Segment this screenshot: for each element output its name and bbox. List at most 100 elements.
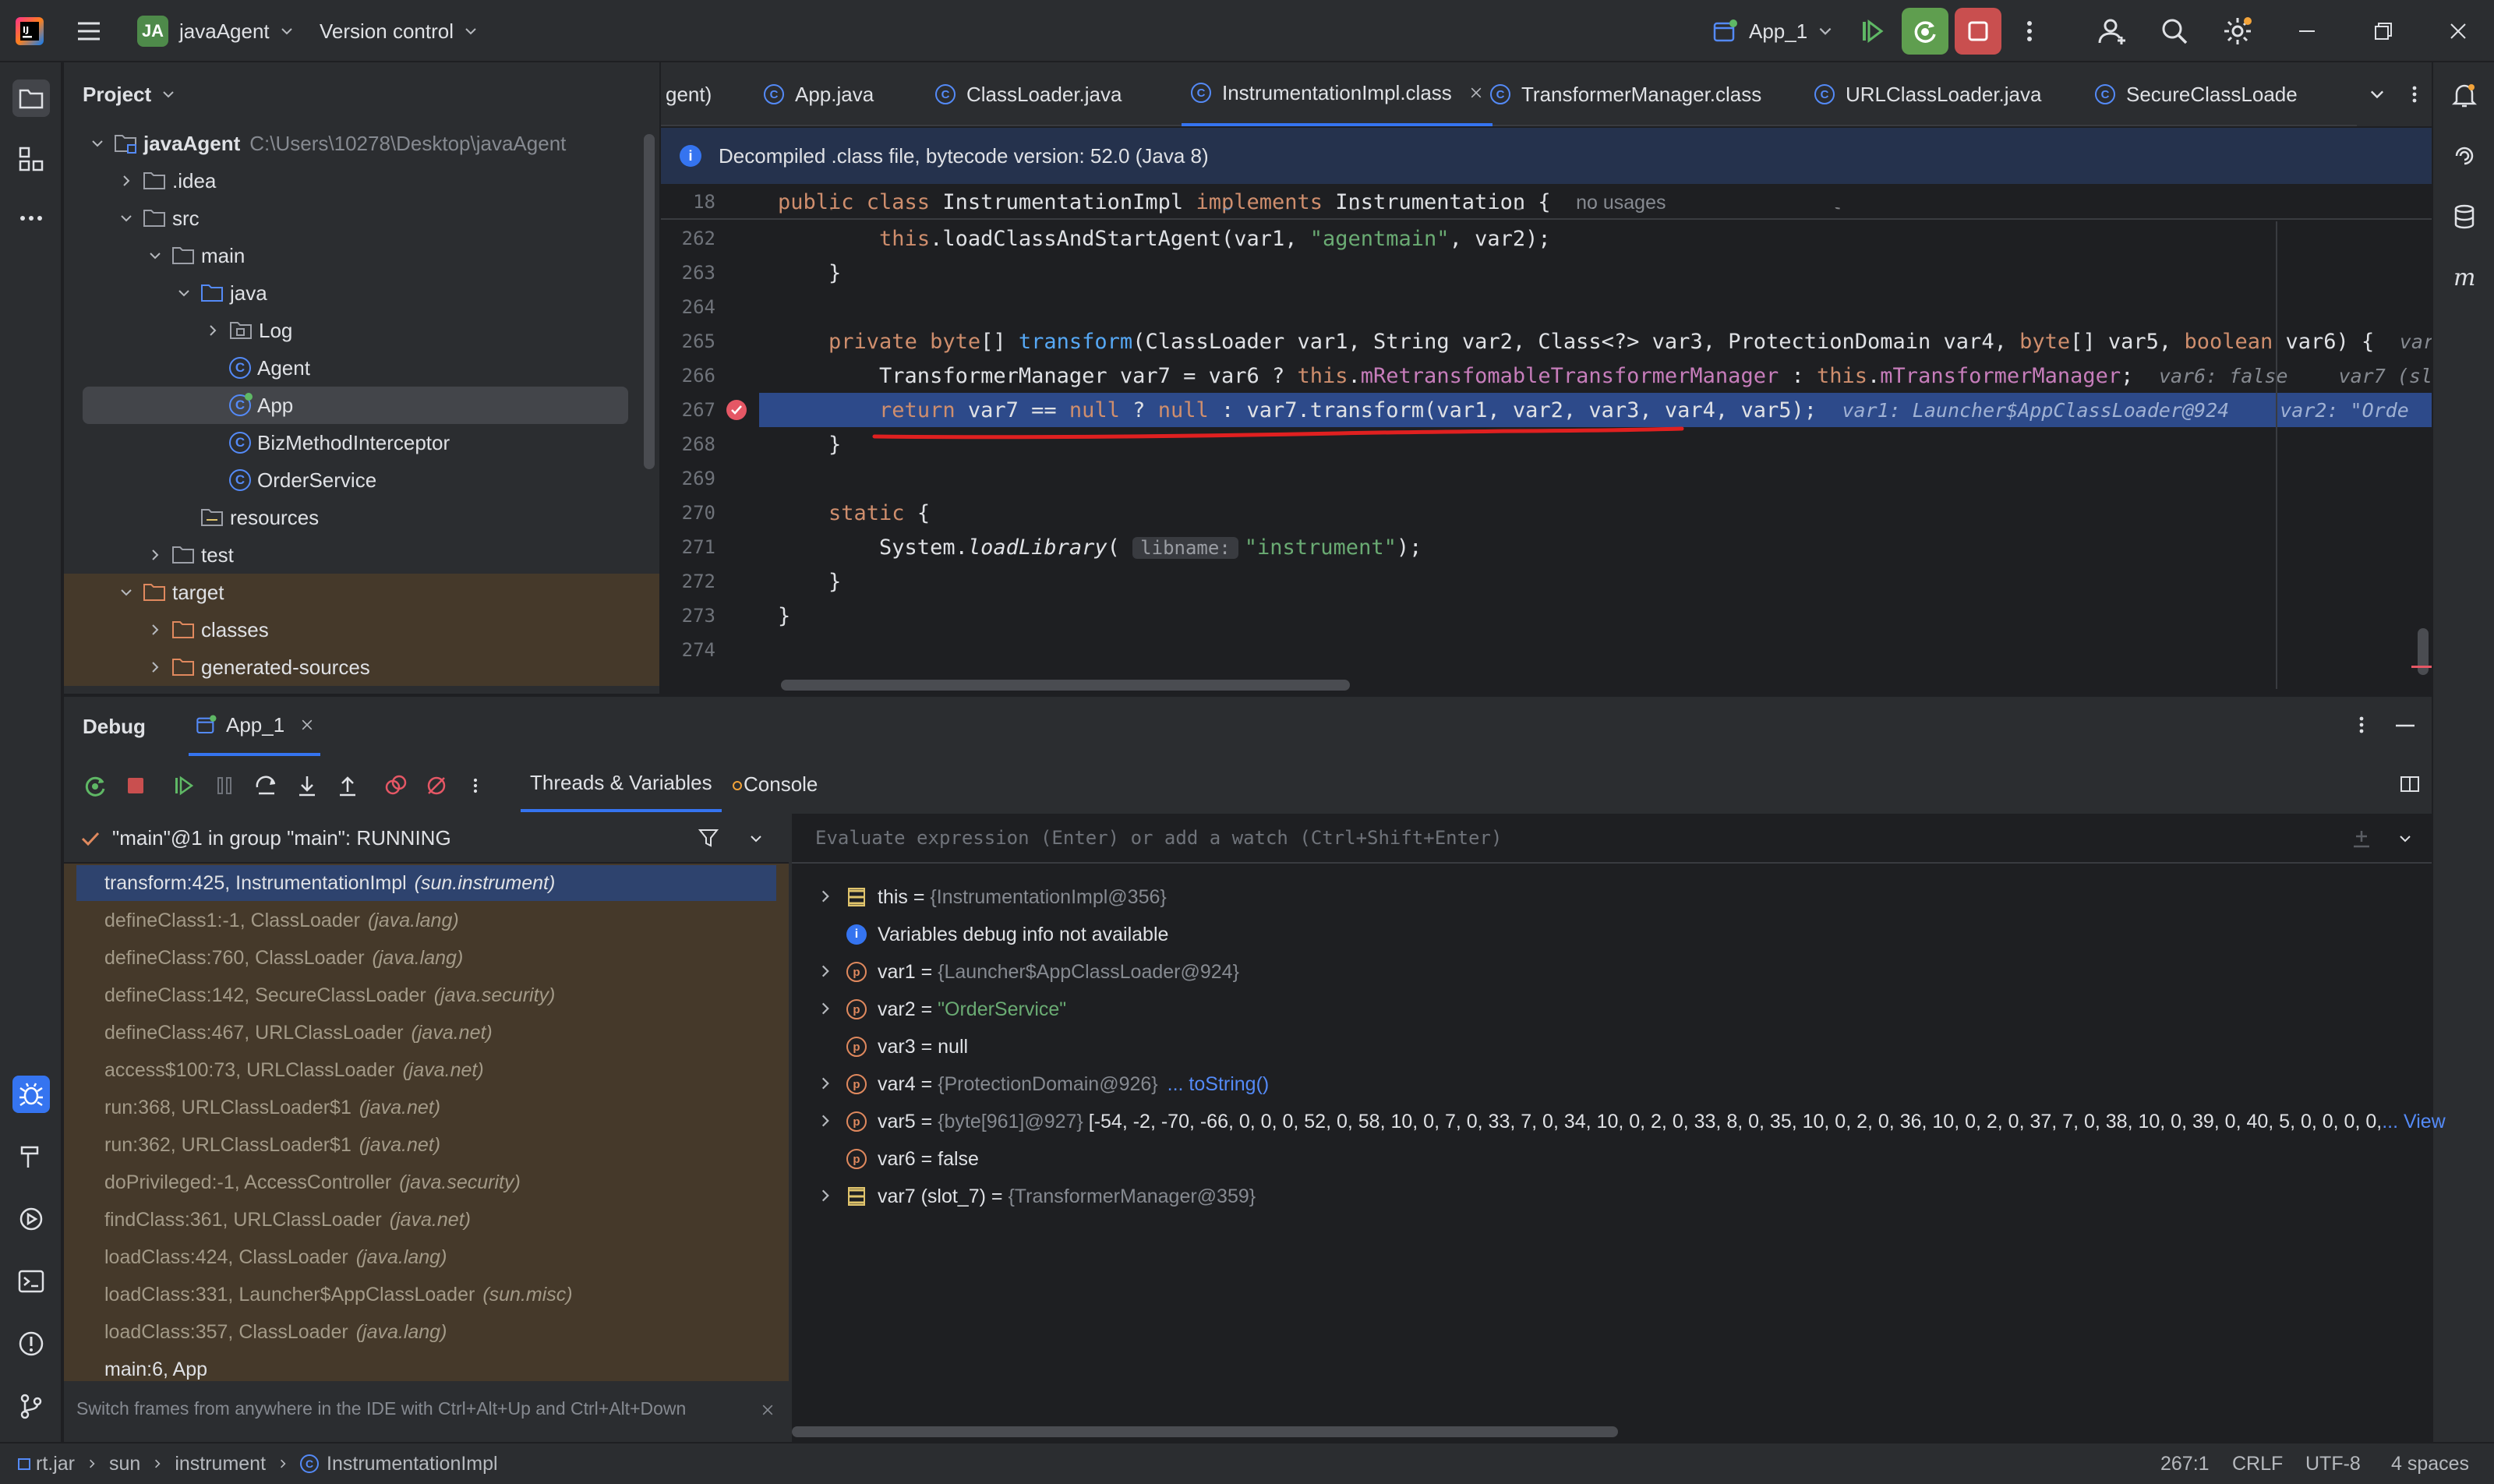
variable-row[interactable]: p var1 = {Launcher$AppClassLoader@924} [792,954,2432,990]
file-encoding[interactable]: UTF-8 [2305,1443,2361,1484]
build-tool-button[interactable] [12,1138,50,1175]
tree-item-java[interactable]: java [64,274,659,312]
tree-item-test[interactable]: test [64,536,659,574]
run-config-selector[interactable]: App_1 [1712,0,1834,62]
stack-frame[interactable]: defineClass:760, ClassLoader (java.lang) [76,940,776,976]
tree-item-target[interactable]: target [64,574,659,611]
tree-item-app[interactable]: C App [83,387,628,424]
chevron-right-icon[interactable] [817,888,835,906]
pause-button[interactable] [210,772,238,800]
chevron-down-icon[interactable] [174,283,194,303]
resume-button[interactable] [1856,0,1888,62]
indent-setting[interactable]: 4 spaces [2391,1443,2469,1484]
chevron-down-icon[interactable] [2397,831,2413,846]
chevron-right-icon[interactable] [203,320,223,341]
terminal-tool-button[interactable] [12,1263,50,1300]
chevron-right-icon[interactable] [817,1000,835,1019]
tab-console[interactable]: Console [731,756,818,812]
tree-item-javaagent[interactable]: javaAgent C:\Users\10278\Desktop\javaAgen… [64,125,659,162]
variable-row[interactable]: p var3 = null [792,1029,2432,1065]
stack-frame[interactable]: run:368, URLClassLoader$1 (java.net) [76,1090,776,1125]
chevron-right-icon[interactable] [145,620,165,640]
line-separator[interactable]: CRLF [2232,1443,2283,1484]
project-panel-header[interactable]: Project [83,62,176,126]
more-tools-button[interactable] [12,200,50,237]
app-logo-icon[interactable]: IJ [14,0,45,62]
debug-options-button[interactable] [2355,712,2368,737]
layout-settings-button[interactable] [2399,773,2421,795]
main-menu-icon[interactable] [75,0,103,62]
variable-row[interactable]: p var6 = false [792,1141,2432,1177]
more-vertical-icon[interactable] [2408,82,2421,107]
variable-row[interactable]: this = {InstrumentationImpl@356} [792,879,2432,915]
chevron-right-icon[interactable] [817,1112,835,1131]
breadcrumb-item[interactable]: sun [109,1453,140,1475]
chevron-right-icon[interactable] [817,1187,835,1206]
tree-item-bizmethodinterceptor[interactable]: C BizMethodInterceptor [64,424,659,461]
problems-tool-button[interactable] [12,1325,50,1362]
caret-position[interactable]: 267:1 [2160,1443,2210,1484]
stack-frame[interactable]: loadClass:331, Launcher$AppClassLoader (s… [76,1277,776,1313]
rerun-button[interactable] [81,772,109,800]
tab-instrumentationimplclass[interactable]: C InstrumentationImpl.class [1182,62,1493,126]
add-watch-icon[interactable] [2351,828,2372,850]
variables-horizontal-scrollbar[interactable] [792,1426,1618,1437]
stack-frame[interactable]: findClass:361, URLClassLoader (java.net) [76,1202,776,1238]
chevron-down-icon[interactable] [145,246,165,266]
view-array-link[interactable]: ... View [2382,1111,2446,1132]
step-into-button[interactable] [293,772,321,800]
chevron-right-icon[interactable] [145,545,165,565]
notifications-button[interactable] [2446,76,2483,114]
breadcrumb-item[interactable]: rt.jar [36,1453,75,1475]
tab-secureclassloade[interactable]: C SecureClassLoade [2095,62,2298,126]
evaluate-expression-input[interactable]: Evaluate expression (Enter) or add a wat… [815,827,1502,849]
services-tool-button[interactable] [12,1200,50,1238]
stack-frame[interactable]: defineClass:467, URLClassLoader (java.net… [76,1015,776,1051]
chevron-right-icon[interactable] [116,171,136,191]
breadcrumb-item[interactable]: instrument [175,1453,266,1475]
tree-item-agent[interactable]: C Agent [64,349,659,387]
tree-item-main[interactable]: main [64,237,659,274]
stop-debug-button[interactable] [122,772,150,800]
thread-selector[interactable]: "main"@1 in group "main": RUNNING [64,814,789,864]
project-selector[interactable]: JA javaAgent [137,0,295,62]
stack-frame[interactable]: loadClass:357, ClassLoader (java.lang) [76,1314,776,1350]
tree-item-idea[interactable]: .idea [64,162,659,200]
maven-button[interactable]: m [2446,259,2483,296]
chevron-down-icon[interactable] [87,133,108,154]
rerun-debug-button[interactable] [1902,0,1948,62]
chevron-right-icon[interactable] [145,657,165,677]
stack-frame[interactable]: access$100:73, URLClassLoader (java.net) [76,1052,776,1088]
stack-frame[interactable]: doPrivileged:-1, AccessController (java.s… [76,1164,776,1200]
tostring-link[interactable]: ... toString() [1168,1073,1270,1095]
stop-button[interactable] [1955,0,2001,62]
stack-frame[interactable]: defineClass:142, SecureClassLoader (java.… [76,977,776,1013]
stack-frame[interactable]: transform:425, InstrumentationImpl (sun.i… [76,865,776,901]
tree-item-src[interactable]: src [64,200,659,237]
tree-item-resources[interactable]: resources [64,499,659,536]
variable-row[interactable]: var7 (slot_7) = {TransformerManager@359} [792,1178,2432,1214]
chevron-down-icon[interactable] [2368,85,2386,104]
view-breakpoints-button[interactable] [382,772,410,800]
breadcrumb-item[interactable]: InstrumentationImpl [327,1453,498,1475]
code-with-me-button[interactable] [2097,0,2129,62]
hide-panel-button[interactable] [2394,723,2416,728]
tab-urlclassloaderjava[interactable]: C URLClassLoader.java [1814,62,2041,126]
chevron-right-icon[interactable] [817,963,835,981]
variable-row[interactable]: p var4 = {ProtectionDomain@926} ... toStri… [792,1066,2432,1102]
structure-tool-button[interactable] [12,140,50,178]
tree-item-generatedsources[interactable]: generated-sources [64,648,659,686]
project-tool-button[interactable] [12,80,50,117]
evaluate-expression-bar[interactable]: Evaluate expression (Enter) or add a wat… [792,814,2432,864]
tab-gent[interactable]: gent) [666,62,712,126]
variable-row[interactable]: p var2 = "OrderService" [792,991,2432,1027]
more-debug-actions-button[interactable] [461,772,489,800]
minimize-button[interactable] [2296,0,2318,62]
tree-item-orderservice[interactable]: C OrderService [64,461,659,499]
tab-transformermanagerclass[interactable]: C TransformerManager.class [1490,62,1761,126]
step-over-button[interactable] [253,772,281,800]
tree-scrollbar[interactable] [644,134,655,469]
vcs-selector[interactable]: Version control [320,0,479,62]
close-icon[interactable] [761,1403,775,1417]
filter-icon[interactable] [697,826,720,850]
